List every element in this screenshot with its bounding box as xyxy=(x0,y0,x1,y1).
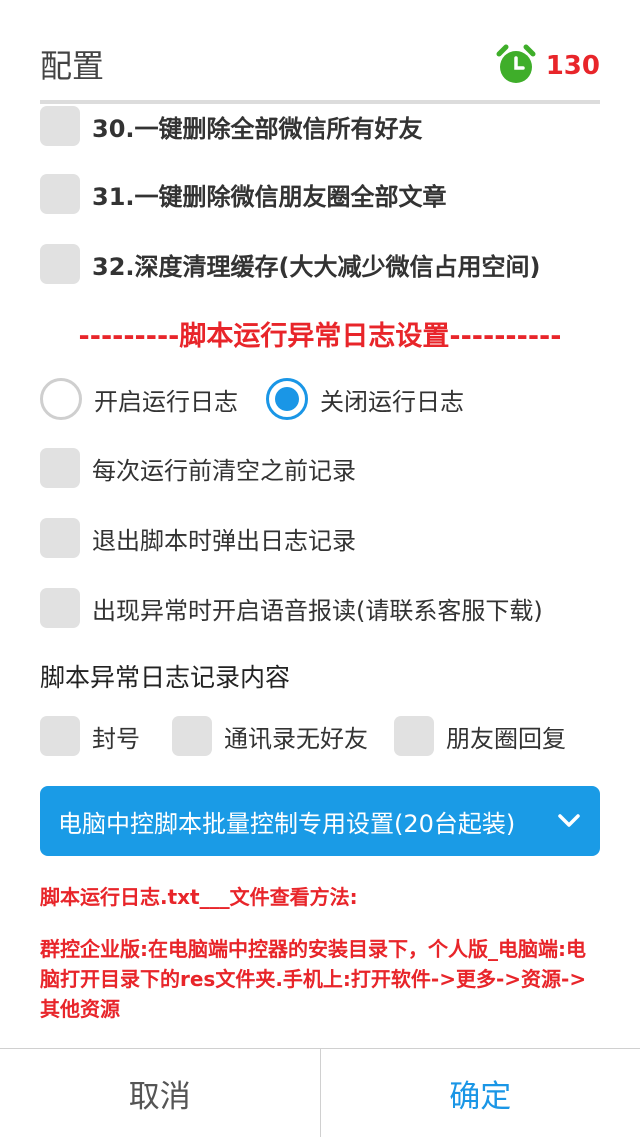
confirm-button[interactable]: 确定 xyxy=(321,1049,640,1137)
header-divider xyxy=(40,100,600,104)
option-label: 出现异常时开启语音报读(请联系客服下载) xyxy=(92,591,543,626)
option-label: 退出脚本时弹出日志记录 xyxy=(92,521,356,556)
checkbox[interactable] xyxy=(40,716,80,756)
option-moments-reply[interactable]: 朋友圈回复 xyxy=(394,716,566,756)
log-content-heading: 脚本异常日志记录内容 xyxy=(40,658,290,694)
page-title: 配置 xyxy=(40,44,104,88)
checkbox[interactable] xyxy=(40,106,80,146)
checkbox[interactable] xyxy=(40,174,80,214)
radio-button[interactable] xyxy=(40,378,82,420)
timer: 130 xyxy=(494,42,600,90)
checkbox[interactable] xyxy=(172,716,212,756)
option-label: 朋友圈回复 xyxy=(446,719,566,754)
log-content-options: 封号 通讯录无好友 朋友圈回复 xyxy=(40,716,566,756)
radio-close-log[interactable]: 关闭运行日志 xyxy=(266,378,464,420)
option-voice-alert[interactable]: 出现异常时开启语音报读(请联系客服下载) xyxy=(40,588,543,628)
timer-count: 130 xyxy=(546,51,600,81)
log-view-note-body: 群控企业版:在电脑端中控器的安装目录下，个人版_电脑端:电脑打开目录下的res文… xyxy=(40,934,600,1024)
option-label: 每次运行前清空之前记录 xyxy=(92,451,356,486)
checkbox[interactable] xyxy=(40,588,80,628)
checkbox[interactable] xyxy=(40,518,80,558)
option-delete-friends[interactable]: 30.一键删除全部微信所有好友 xyxy=(40,106,423,146)
checkbox[interactable] xyxy=(394,716,434,756)
radio-label: 关闭运行日志 xyxy=(320,382,464,417)
option-label: 30.一键删除全部微信所有好友 xyxy=(92,109,423,144)
option-delete-moments[interactable]: 31.一键删除微信朋友圈全部文章 xyxy=(40,174,447,214)
header: 配置 130 xyxy=(0,0,640,100)
option-label: 封号 xyxy=(92,719,140,754)
checkbox[interactable] xyxy=(40,244,80,284)
option-clear-cache[interactable]: 32.深度清理缓存(大大减少微信占用空间) xyxy=(40,244,540,284)
option-label: 32.深度清理缓存(大大减少微信占用空间) xyxy=(92,247,540,282)
option-banned[interactable]: 封号 xyxy=(40,716,140,756)
option-popup-on-exit[interactable]: 退出脚本时弹出日志记录 xyxy=(40,518,356,558)
log-section-title: ---------脚本运行异常日志设置---------- xyxy=(40,314,600,353)
dropdown-label: 电脑中控脚本批量控制专用设置(20台起装) xyxy=(58,804,515,839)
log-view-note-title: 脚本运行日志.txt___文件查看方法: xyxy=(40,882,600,912)
radio-label: 开启运行日志 xyxy=(94,382,238,417)
pc-control-dropdown[interactable]: 电脑中控脚本批量控制专用设置(20台起装) xyxy=(40,786,600,856)
alarm-clock-icon xyxy=(494,42,538,90)
option-no-contacts[interactable]: 通讯录无好友 xyxy=(172,716,368,756)
option-label: 31.一键删除微信朋友圈全部文章 xyxy=(92,177,447,212)
footer-bar: 取消 确定 xyxy=(0,1048,640,1137)
log-radio-group: 开启运行日志 关闭运行日志 xyxy=(40,378,464,420)
cancel-button[interactable]: 取消 xyxy=(0,1049,321,1137)
radio-open-log[interactable]: 开启运行日志 xyxy=(40,378,238,420)
radio-button-selected[interactable] xyxy=(266,378,308,420)
option-label: 通讯录无好友 xyxy=(224,719,368,754)
checkbox[interactable] xyxy=(40,448,80,488)
chevron-down-icon xyxy=(556,808,582,838)
option-clear-before-run[interactable]: 每次运行前清空之前记录 xyxy=(40,448,356,488)
